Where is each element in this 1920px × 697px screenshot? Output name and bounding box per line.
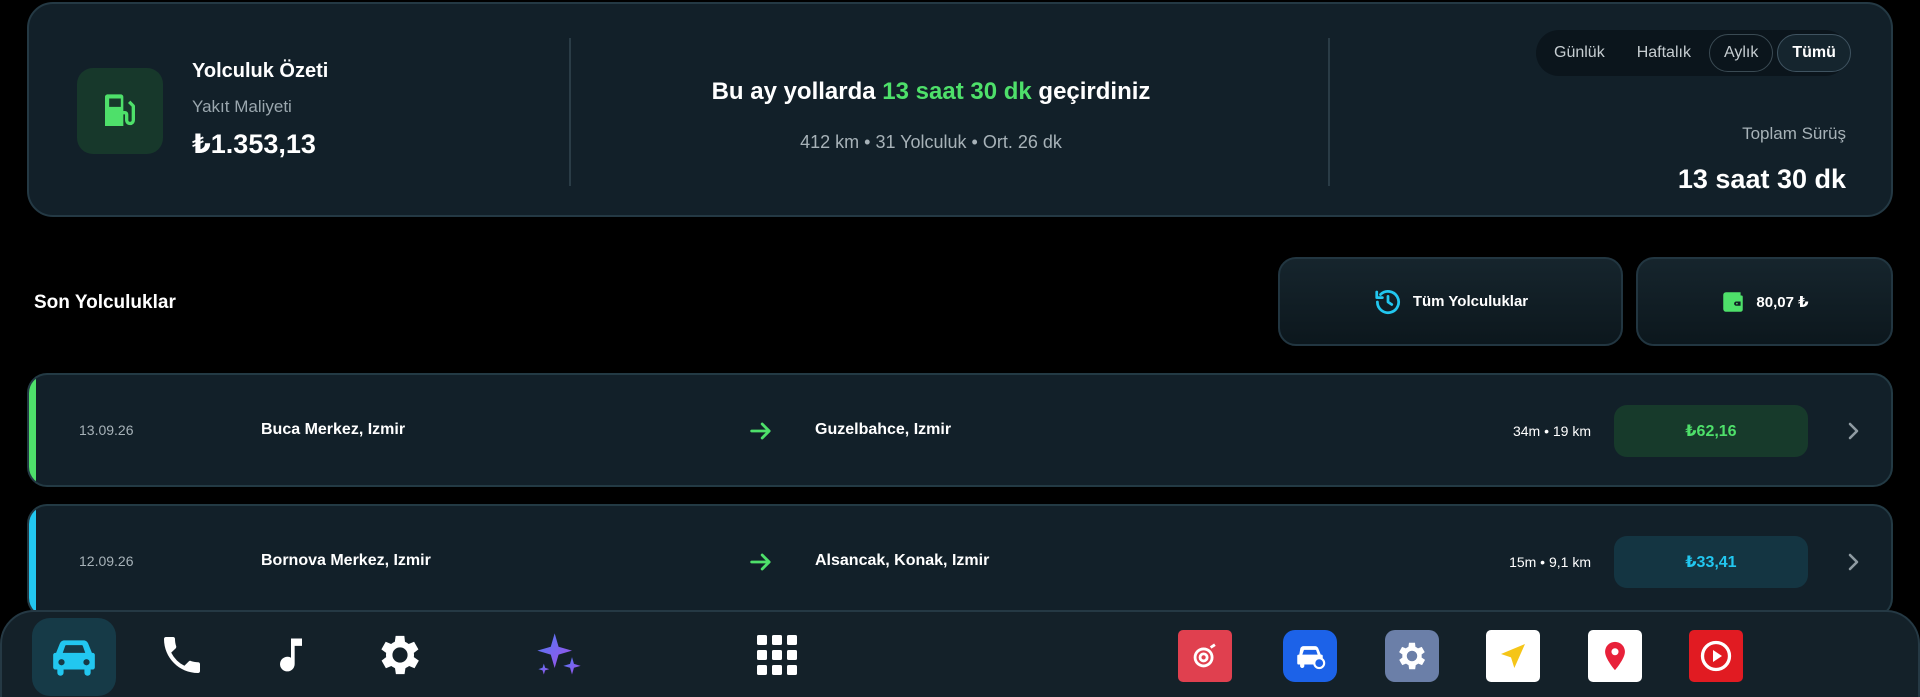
trip-destination: Guzelbahce, Izmir <box>815 421 952 438</box>
wallet-balance-button[interactable]: 80,07 ₺ <box>1636 257 1893 346</box>
summary-subtitle: Yakıt Maliyeti <box>192 97 292 116</box>
trip-row[interactable]: 12.09.26 Bornova Merkez, Izmir Alsancak,… <box>27 504 1893 618</box>
trip-date: 13.09.26 <box>79 422 134 438</box>
trip-date: 12.09.26 <box>79 553 134 569</box>
sparkle-icon[interactable] <box>532 628 586 682</box>
phone-icon[interactable] <box>155 628 209 682</box>
chevron-right-icon[interactable] <box>1841 419 1865 448</box>
trip-price: ₺62,16 <box>1614 405 1808 457</box>
map-pin-app-icon[interactable] <box>1588 630 1642 682</box>
history-icon <box>1375 289 1400 314</box>
navigation-app-icon[interactable] <box>1486 630 1540 682</box>
total-drive-value: 13 saat 30 dk <box>1677 164 1846 194</box>
summary-stats: 412 km • 31 Yolculuk • Ort. 26 dk <box>800 132 1062 152</box>
trip-row[interactable]: 13.09.26 Buca Merkez, Izmir Guzelbahce, … <box>27 373 1893 487</box>
chevron-right-icon[interactable] <box>1841 550 1865 579</box>
fuel-pump-icon <box>77 68 163 154</box>
trip-origin: Buca Merkez, Izmir <box>261 421 406 438</box>
trip-accent-bar <box>29 375 36 485</box>
headline-prefix: Bu ay yollarda <box>711 78 883 105</box>
camera-app-icon[interactable] <box>1178 630 1232 682</box>
video-player-app-icon[interactable] <box>1689 630 1743 682</box>
recent-trips-title: Son Yolculuklar <box>34 292 176 313</box>
period-selector: Günlük Haftalık Aylık Tümü <box>1536 30 1851 76</box>
music-icon[interactable] <box>264 628 318 682</box>
wallet-balance: 80,07 ₺ <box>1756 293 1809 311</box>
gear-app-icon[interactable] <box>1385 630 1439 682</box>
trip-price: ₺33,41 <box>1614 536 1808 588</box>
wallet-icon <box>1723 291 1744 312</box>
all-trips-button[interactable]: Tüm Yolculuklar <box>1278 257 1623 346</box>
apps-grid-icon[interactable] <box>750 628 804 682</box>
headline-suffix: geçirdiniz <box>1031 78 1151 105</box>
period-tab-monthly[interactable]: Aylık <box>1708 34 1774 72</box>
trip-summary-card: Yolculuk Özeti Yakıt Maliyeti ₺1.353,13 … <box>27 2 1893 217</box>
arrow-right-icon <box>747 548 775 581</box>
fuel-cost-value: ₺1.353,13 <box>192 129 316 159</box>
settings-icon[interactable] <box>373 628 427 682</box>
period-tab-all[interactable]: Tümü <box>1777 34 1851 72</box>
trip-duration-distance: 15m • 9,1 km <box>1509 554 1591 570</box>
trip-destination: Alsancak, Konak, Izmir <box>815 552 990 569</box>
trip-duration-distance: 34m • 19 km <box>1512 423 1591 439</box>
trip-origin: Bornova Merkez, Izmir <box>261 552 431 569</box>
period-tab-weekly[interactable]: Haftalık <box>1623 34 1705 72</box>
summary-headline: Bu ay yollarda 13 saat 30 dk geçirdiniz <box>571 78 1291 106</box>
summary-title: Yolculuk Özeti <box>192 60 329 82</box>
headline-duration: 13 saat 30 dk <box>882 78 1032 105</box>
car-icon[interactable] <box>32 618 116 696</box>
divider <box>1328 38 1330 186</box>
bottom-dock <box>0 610 1920 697</box>
period-tab-daily[interactable]: Günlük <box>1540 34 1619 72</box>
arrow-right-icon <box>747 417 775 450</box>
trip-accent-bar <box>29 506 36 616</box>
car-service-app-icon[interactable] <box>1283 630 1337 682</box>
total-drive-label: Toplam Sürüş <box>1742 124 1846 143</box>
all-trips-label: Tüm Yolculuklar <box>1412 293 1529 310</box>
